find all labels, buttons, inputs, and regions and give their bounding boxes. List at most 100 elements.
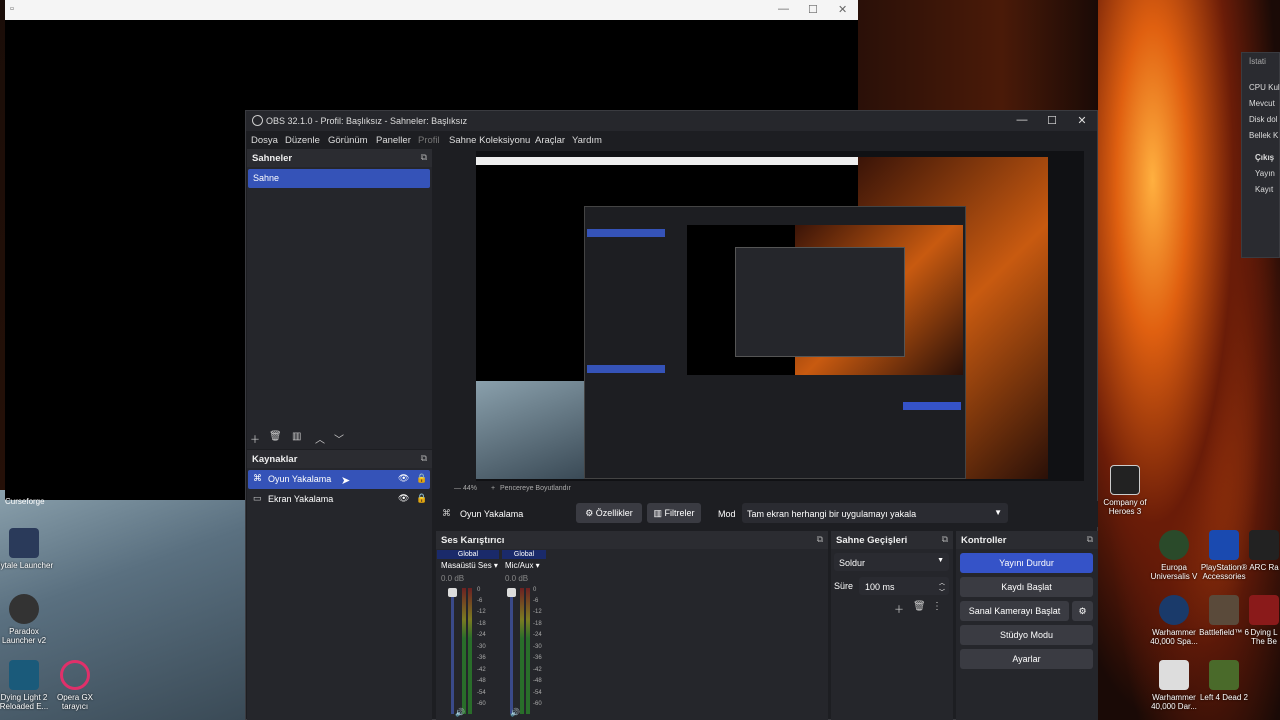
- dock-float-icon[interactable]: ⧉: [1087, 534, 1093, 545]
- settings-button[interactable]: Ayarlar: [960, 649, 1093, 669]
- lock-icon[interactable]: 🔒: [416, 473, 427, 484]
- menu-profile[interactable]: Profil: [418, 135, 440, 146]
- desktop-icon-l4d2[interactable]: Left 4 Dead 2: [1194, 660, 1254, 702]
- scene-item[interactable]: Sahne: [248, 169, 430, 188]
- obs-title: OBS 32.1.0 - Profil: Başlıksız - Sahnele…: [266, 116, 468, 126]
- obs-close-button[interactable]: ✕: [1075, 114, 1089, 127]
- volume-slider-track[interactable]: [451, 588, 454, 714]
- menu-scene-collection[interactable]: Sahne Koleksiyonu: [449, 135, 530, 146]
- desktop-partial-label: Curseforge: [5, 497, 45, 506]
- stats-section: Çıkış: [1255, 153, 1275, 162]
- dock-float-icon[interactable]: ⧉: [942, 534, 948, 545]
- obs-maximize-button[interactable]: ☐: [1045, 114, 1059, 127]
- preview-wallpaper: [476, 381, 584, 479]
- mouse-cursor: ➤: [341, 475, 351, 487]
- volume-slider-track[interactable]: [510, 588, 513, 714]
- stats-title: İstati: [1249, 57, 1266, 66]
- start-recording-button[interactable]: Kaydı Başlat: [960, 577, 1093, 597]
- source-label: Ekran Yakalama: [268, 494, 334, 504]
- gamepad-icon: ⌘: [442, 508, 451, 518]
- background-window-titlebar: ▫ — ☐ ✕: [5, 0, 858, 20]
- dock-float-icon[interactable]: ⧉: [421, 152, 427, 163]
- sources-dock: Kaynaklar ⧉ ⌘ Oyun Yakalama 👁 🔒 ▭ Ekran …: [247, 450, 432, 720]
- volume-slider-handle[interactable]: [507, 588, 516, 597]
- add-icon[interactable]: ＋: [250, 431, 260, 446]
- studio-mode-button[interactable]: Stüdyo Modu: [960, 625, 1093, 645]
- channel-badge: Global: [502, 550, 546, 559]
- sources-title: Kaynaklar: [252, 454, 298, 465]
- menu-tools[interactable]: Araçlar: [535, 135, 565, 146]
- scene-item-label: Sahne: [253, 173, 280, 183]
- start-virtual-camera-button[interactable]: Sanal Kamerayı Başlat: [960, 601, 1069, 621]
- channel-name-select[interactable]: Masaüstü Ses ▾: [441, 561, 498, 570]
- speaker-icon[interactable]: 🔊: [455, 708, 465, 717]
- volume-slider-handle[interactable]: [448, 588, 457, 597]
- audio-mixer-dock: Ses Karıştırıcı ⧉ Global Masaüstü Ses ▾ …: [436, 531, 828, 720]
- desktop-icon-coh3[interactable]: Company of Heroes 3: [1095, 465, 1155, 516]
- preview-nested-obs: [584, 206, 966, 479]
- filter-icon: ▥: [653, 508, 665, 518]
- nested-scene: [587, 229, 665, 237]
- lock-icon[interactable]: 🔒: [416, 493, 427, 504]
- visibility-eye-icon[interactable]: 👁: [398, 493, 409, 504]
- scenes-header: Sahneler ⧉: [247, 149, 432, 167]
- preview-canvas[interactable]: [476, 151, 1084, 481]
- trash-icon[interactable]: 🗑: [913, 601, 926, 612]
- source-item-display-capture[interactable]: ▭ Ekran Yakalama 👁 🔒: [248, 490, 430, 509]
- more-options-icon[interactable]: ⋮: [932, 601, 942, 612]
- menu-view[interactable]: Görünüm: [328, 135, 368, 146]
- stats-sub: Kayıt: [1255, 185, 1274, 194]
- channel-db: 0.0 dB: [505, 574, 529, 583]
- dock-float-icon[interactable]: ⧉: [421, 453, 427, 464]
- mode-select[interactable]: Tam ekran herhangi bir uygulamayı yakala…: [742, 503, 1008, 523]
- virtual-camera-settings-gear-icon[interactable]: ⚙: [1072, 601, 1093, 621]
- properties-button[interactable]: ⚙ Özellikler: [576, 503, 642, 523]
- move-up-icon[interactable]: ︿: [315, 431, 325, 446]
- stats-row: CPU Kul: [1249, 83, 1280, 92]
- source-item-game-capture[interactable]: ⌘ Oyun Yakalama 👁 🔒: [248, 470, 430, 489]
- obs-titlebar: OBS 32.1.0 - Profil: Başlıksız - Sahnele…: [246, 111, 1097, 131]
- filters-button[interactable]: ▥ Filtreler: [647, 503, 701, 523]
- level-meter: [462, 588, 466, 714]
- preview-resize[interactable]: Pencereye Boyutlandır: [500, 485, 571, 492]
- channel-name-select[interactable]: Mic/Aux ▾: [505, 561, 540, 570]
- stop-streaming-button[interactable]: Yayını Durdur: [960, 553, 1093, 573]
- desktop-icon-paradox[interactable]: Paradox Launcher v2: [0, 594, 54, 645]
- chevron-down-icon: ▼: [994, 508, 1002, 517]
- menu-edit[interactable]: Düzenle: [285, 135, 320, 146]
- audio-channel-desktop: Global Masaüstü Ses ▾ 0.0 dB 0 -6 -12 -18 -2…: [437, 550, 499, 718]
- transition-type-select[interactable]: Soldur ▼: [834, 553, 949, 571]
- audio-channel-mic: Global Mic/Aux ▾ 0.0 dB 0 -6 -12 -18 -24 -30-…: [502, 550, 546, 718]
- add-icon[interactable]: ＋: [894, 601, 904, 616]
- dock-float-icon[interactable]: ⧉: [817, 534, 823, 545]
- speaker-icon[interactable]: 🔊: [510, 708, 520, 717]
- maximize-button[interactable]: ☐: [808, 3, 818, 16]
- visibility-eye-icon[interactable]: 👁: [398, 473, 409, 484]
- obs-minimize-button[interactable]: —: [1015, 114, 1029, 126]
- gear-icon: ⚙: [585, 508, 596, 518]
- channel-badge: Global: [437, 550, 499, 559]
- desktop-icon-dying-light-beast[interactable]: Dying L The Be: [1244, 595, 1280, 646]
- channel-db: 0.0 dB: [441, 574, 465, 583]
- selected-source-label: Oyun Yakalama: [460, 509, 524, 519]
- move-down-icon[interactable]: ﹀: [334, 431, 344, 446]
- stats-sub: Yayın: [1255, 169, 1275, 178]
- minimize-button[interactable]: —: [778, 3, 789, 15]
- desktop-icon-hytale[interactable]: Hytale Launcher: [0, 528, 54, 570]
- menu-file[interactable]: Dosya: [251, 135, 278, 146]
- desktop-icon-arc[interactable]: ARC Ra: [1244, 530, 1280, 572]
- desktop-icon-opera-gx[interactable]: Opera GX tarayıcı: [45, 660, 105, 711]
- spin-icon: ︿ ﹀: [938, 581, 945, 596]
- preview-zoom[interactable]: — 44% +: [454, 485, 495, 492]
- menu-help[interactable]: Yardım: [572, 135, 602, 146]
- trash-icon[interactable]: 🗑: [269, 431, 282, 442]
- properties-label: Özellikler: [595, 508, 633, 518]
- audio-mixer-title: Ses Karıştırıcı: [441, 535, 505, 546]
- obs-menubar: Dosya Düzenle Görünüm Paneller Profil Sa…: [246, 131, 1097, 151]
- window-icon: ▫: [10, 3, 14, 15]
- close-button[interactable]: ✕: [838, 3, 847, 16]
- menu-docks[interactable]: Paneller: [376, 135, 411, 146]
- filter-icon[interactable]: ▥: [292, 431, 301, 442]
- duration-spinbox[interactable]: 100 ms ︿ ﹀: [859, 577, 949, 596]
- transitions-title: Sahne Geçişleri: [836, 535, 908, 546]
